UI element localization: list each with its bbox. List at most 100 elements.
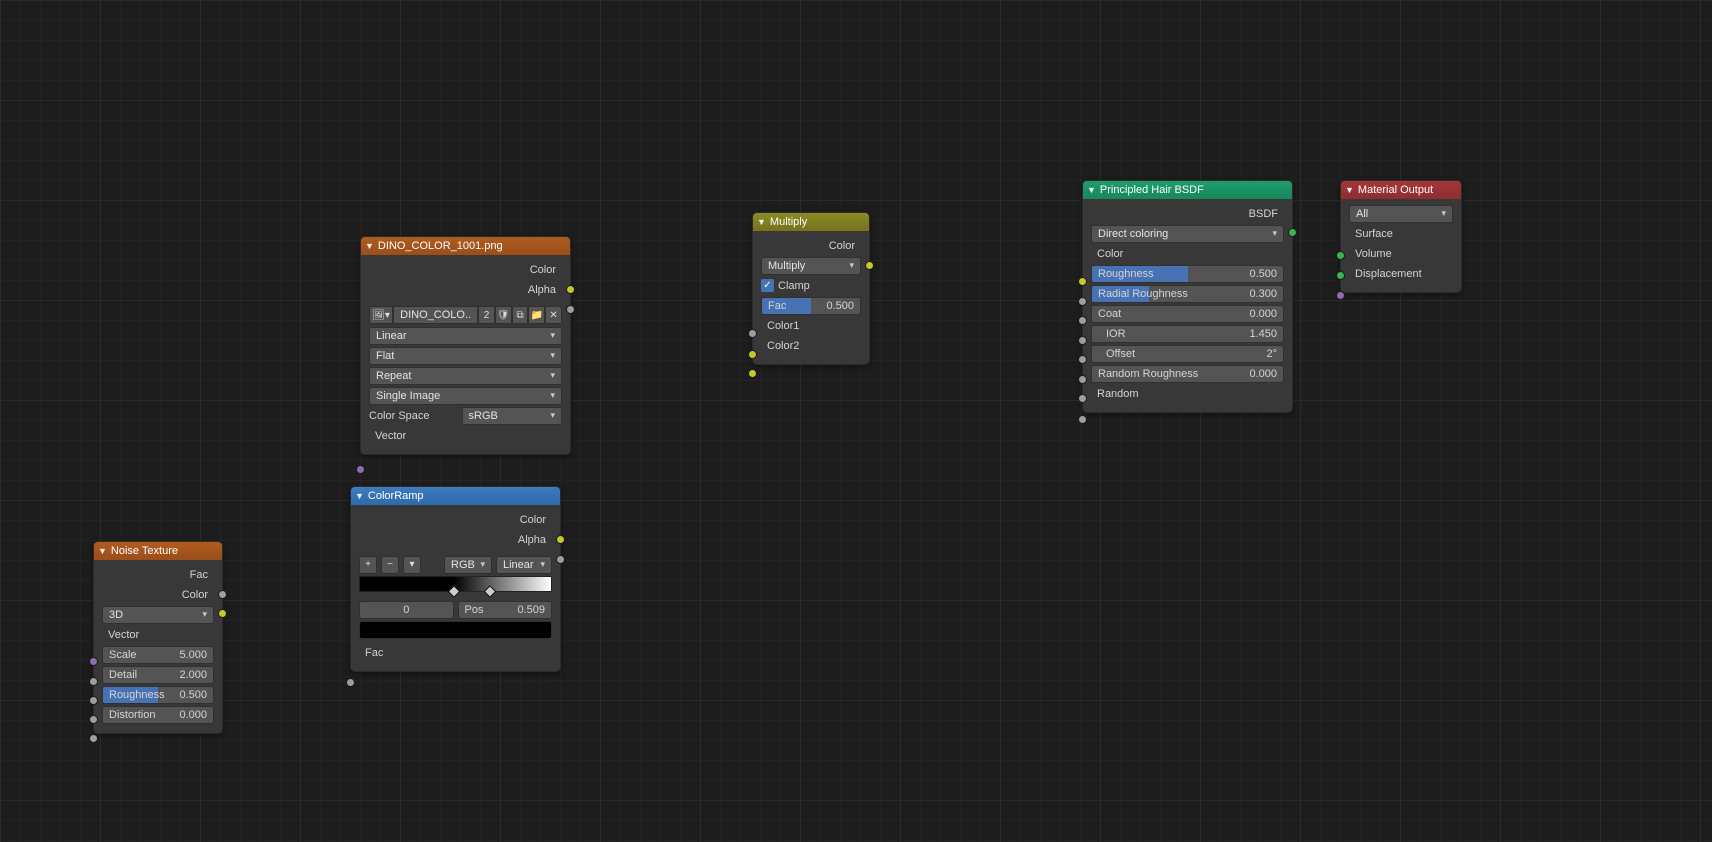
input-color1-label: Color1 [767,320,799,332]
hair-roughness-slider[interactable]: Roughness0.500 [1091,265,1284,283]
input-socket-detail[interactable] [89,696,98,705]
mix-fac-slider[interactable]: Fac0.500 [761,297,861,315]
node-header[interactable]: ▼ Material Output [1341,181,1461,199]
input-socket-volume[interactable] [1336,271,1345,280]
input-socket-displacement[interactable] [1336,291,1345,300]
input-vector-label: Vector [375,430,406,442]
node-noise-texture[interactable]: ▼ Noise Texture Fac Color 3D Vector Scal… [93,541,223,734]
hair-radial-roughness-slider[interactable]: Radial Roughness0.300 [1091,285,1284,303]
input-socket-color2[interactable] [748,369,757,378]
colorspace-label: Color Space [369,410,456,422]
input-socket-vector[interactable] [89,657,98,666]
noise-scale-slider[interactable]: Scale5.000 [102,646,214,664]
duplicate-icon[interactable]: ⧉ [512,306,529,324]
node-title: ColorRamp [368,487,424,505]
node-title: DINO_COLOR_1001.png [378,237,503,255]
collapse-icon[interactable]: ▼ [757,213,766,231]
ramp-index-field[interactable]: 0 [359,601,454,619]
node-material-output[interactable]: ▼ Material Output All Surface Volume Dis… [1340,180,1462,293]
node-colorramp[interactable]: ▼ ColorRamp Color Alpha + − ▾ RGB Linear… [350,486,561,672]
colorspace-select[interactable]: sRGB [462,407,563,425]
ramp-interp-select[interactable]: Linear [496,556,552,574]
node-header[interactable]: ▼ ColorRamp [351,487,560,505]
image-name-field[interactable]: DINO_COLO.. [393,306,478,324]
collapse-icon[interactable]: ▼ [365,237,374,255]
noise-distortion-slider[interactable]: Distortion0.000 [102,706,214,724]
node-header[interactable]: ▼ DINO_COLOR_1001.png [361,237,570,255]
input-socket-color[interactable] [1078,277,1087,286]
noise-detail-slider[interactable]: Detail2.000 [102,666,214,684]
open-icon[interactable]: 📁 [528,306,545,324]
input-socket-vector[interactable] [356,465,365,474]
output-color-label: Color [829,240,855,252]
output-socket-bsdf[interactable] [1288,228,1297,237]
node-principled-hair[interactable]: ▼ Principled Hair BSDF BSDF Direct color… [1082,180,1293,413]
blend-type-select[interactable]: Multiply [761,257,861,275]
unlink-icon[interactable]: ✕ [545,306,562,324]
collapse-icon[interactable]: ▼ [355,487,364,505]
input-random-label: Random [1097,388,1139,400]
ramp-remove-icon[interactable]: − [381,556,399,574]
input-socket-radial-roughness[interactable] [1078,316,1087,325]
hair-coat-slider[interactable]: Coat0.000 [1091,305,1284,323]
input-socket-roughness[interactable] [1078,297,1087,306]
output-socket-color[interactable] [556,535,565,544]
output-socket-color[interactable] [865,261,874,270]
output-alpha-label: Alpha [518,534,546,546]
source-select[interactable]: Single Image [369,387,562,405]
output-target-select[interactable]: All [1349,205,1453,223]
node-title: Multiply [770,213,807,231]
collapse-icon[interactable]: ▼ [1345,181,1354,199]
node-header[interactable]: ▼ Noise Texture [94,542,222,560]
hair-random-roughness-slider[interactable]: Random Roughness0.000 [1091,365,1284,383]
image-browse-button[interactable]: 🖼▾ [369,306,393,324]
ramp-menu-icon[interactable]: ▾ [403,556,421,574]
output-socket-color[interactable] [566,285,575,294]
input-socket-random[interactable] [1078,415,1087,424]
color-ramp-gradient[interactable] [359,576,552,592]
output-socket-fac[interactable] [218,590,227,599]
collapse-icon[interactable]: ▼ [98,542,107,560]
input-socket-roughness[interactable] [89,715,98,724]
input-socket-ior[interactable] [1078,355,1087,364]
hair-param-select[interactable]: Direct coloring [1091,225,1284,243]
noise-dimensions-select[interactable]: 3D [102,606,214,624]
ramp-add-icon[interactable]: + [359,556,377,574]
fake-user-icon[interactable]: 🛡 [495,306,512,324]
ramp-color-swatch[interactable] [359,621,552,639]
node-mix-rgb[interactable]: ▼ Multiply Color Multiply ✓Clamp Fac0.50… [752,212,870,365]
node-image-texture[interactable]: ▼ DINO_COLOR_1001.png Color Alpha 🖼▾ DIN… [360,236,571,455]
input-socket-fac[interactable] [748,329,757,338]
node-title: Noise Texture [111,542,178,560]
input-surface-label: Surface [1355,228,1393,240]
collapse-icon[interactable]: ▼ [1087,181,1096,199]
clamp-checkbox[interactable]: ✓Clamp [761,277,810,295]
ramp-position-field[interactable]: Pos0.509 [458,601,553,619]
hair-offset-field[interactable]: Offset2° [1091,345,1284,363]
input-socket-surface[interactable] [1336,251,1345,260]
extension-select[interactable]: Repeat [369,367,562,385]
input-socket-coat[interactable] [1078,336,1087,345]
interpolation-select[interactable]: Linear [369,327,562,345]
input-displacement-label: Displacement [1355,268,1422,280]
hair-ior-field[interactable]: IOR1.450 [1091,325,1284,343]
input-socket-distortion[interactable] [89,734,98,743]
output-socket-alpha[interactable] [556,555,565,564]
input-socket-offset[interactable] [1078,375,1087,384]
node-header[interactable]: ▼ Multiply [753,213,869,231]
check-icon: ✓ [761,279,774,292]
input-socket-fac[interactable] [346,678,355,687]
noise-roughness-slider[interactable]: Roughness0.500 [102,686,214,704]
ramp-mode-select[interactable]: RGB [444,556,492,574]
image-users-button[interactable]: 2 [478,306,495,324]
node-header[interactable]: ▼ Principled Hair BSDF [1083,181,1292,199]
node-editor-grid[interactable] [0,0,1712,842]
input-socket-color1[interactable] [748,350,757,359]
output-socket-alpha[interactable] [566,305,575,314]
input-vector-label: Vector [108,629,139,641]
output-socket-color[interactable] [218,609,227,618]
projection-select[interactable]: Flat [369,347,562,365]
node-title: Material Output [1358,181,1433,199]
input-socket-random-roughness[interactable] [1078,394,1087,403]
input-socket-scale[interactable] [89,677,98,686]
